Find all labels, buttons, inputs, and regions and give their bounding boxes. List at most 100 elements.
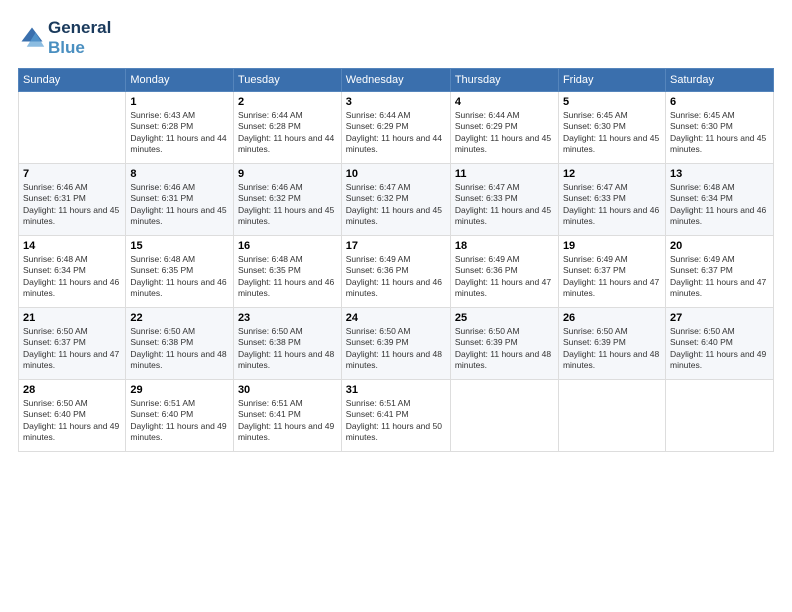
calendar-cell: 26 Sunrise: 6:50 AMSunset: 6:39 PMDayligh…	[558, 308, 665, 380]
day-number: 16	[238, 240, 337, 252]
day-number: 2	[238, 96, 337, 108]
calendar-cell: 5 Sunrise: 6:45 AMSunset: 6:30 PMDaylight…	[558, 92, 665, 164]
day-number: 14	[23, 240, 121, 252]
calendar-cell: 23 Sunrise: 6:50 AMSunset: 6:38 PMDayligh…	[233, 308, 341, 380]
day-number: 30	[238, 384, 337, 396]
day-number: 6	[670, 96, 769, 108]
calendar-cell	[19, 92, 126, 164]
day-info: Sunrise: 6:49 AMSunset: 6:37 PMDaylight:…	[563, 254, 661, 300]
day-info: Sunrise: 6:49 AMSunset: 6:36 PMDaylight:…	[346, 254, 446, 300]
calendar-week-5: 28 Sunrise: 6:50 AMSunset: 6:40 PMDayligh…	[19, 380, 774, 452]
calendar-cell: 2Sunrise: 6:44 AMSunset: 6:28 PMDaylight…	[233, 92, 341, 164]
weekday-header-row: SundayMondayTuesdayWednesdayThursdayFrid…	[19, 69, 774, 92]
calendar-cell: 15Sunrise: 6:48 AMSunset: 6:35 PMDayligh…	[126, 236, 234, 308]
day-number: 10	[346, 168, 446, 180]
calendar-cell: 8 Sunrise: 6:46 AMSunset: 6:31 PMDaylight…	[126, 164, 234, 236]
calendar-cell: 17 Sunrise: 6:49 AMSunset: 6:36 PMDayligh…	[341, 236, 450, 308]
calendar-body: 1 Sunrise: 6:43 AMSunset: 6:28 PMDaylight…	[19, 92, 774, 452]
day-number: 31	[346, 384, 446, 396]
calendar-cell: 12Sunrise: 6:47 AMSunset: 6:33 PMDayligh…	[558, 164, 665, 236]
day-info: Sunrise: 6:45 AMSunset: 6:30 PMDaylight:…	[670, 110, 769, 156]
weekday-header-tuesday: Tuesday	[233, 69, 341, 92]
day-info: Sunrise: 6:50 AMSunset: 6:37 PMDaylight:…	[23, 326, 121, 372]
day-number: 28	[23, 384, 121, 396]
day-number: 27	[670, 312, 769, 324]
calendar-table: SundayMondayTuesdayWednesdayThursdayFrid…	[18, 68, 774, 452]
day-number: 17	[346, 240, 446, 252]
weekday-header-monday: Monday	[126, 69, 234, 92]
weekday-header-friday: Friday	[558, 69, 665, 92]
day-info: Sunrise: 6:50 AMSunset: 6:39 PMDaylight:…	[563, 326, 661, 372]
calendar-header: SundayMondayTuesdayWednesdayThursdayFrid…	[19, 69, 774, 92]
weekday-header-sunday: Sunday	[19, 69, 126, 92]
day-info: Sunrise: 6:51 AMSunset: 6:41 PMDaylight:…	[346, 398, 446, 444]
day-number: 20	[670, 240, 769, 252]
calendar-cell: 29Sunrise: 6:51 AMSunset: 6:40 PMDayligh…	[126, 380, 234, 452]
weekday-header-saturday: Saturday	[665, 69, 773, 92]
calendar-cell: 22Sunrise: 6:50 AMSunset: 6:38 PMDayligh…	[126, 308, 234, 380]
calendar-week-1: 1 Sunrise: 6:43 AMSunset: 6:28 PMDaylight…	[19, 92, 774, 164]
day-info: Sunrise: 6:48 AMSunset: 6:35 PMDaylight:…	[238, 254, 337, 300]
day-number: 26	[563, 312, 661, 324]
day-info: Sunrise: 6:48 AMSunset: 6:34 PMDaylight:…	[23, 254, 121, 300]
calendar-cell: 13Sunrise: 6:48 AMSunset: 6:34 PMDayligh…	[665, 164, 773, 236]
page-header: General Blue	[18, 18, 774, 58]
calendar-cell: 7 Sunrise: 6:46 AMSunset: 6:31 PMDaylight…	[19, 164, 126, 236]
page-container: General Blue SundayMondayTuesdayWednesda…	[0, 0, 792, 462]
day-info: Sunrise: 6:47 AMSunset: 6:33 PMDaylight:…	[455, 182, 554, 228]
calendar-cell: 25 Sunrise: 6:50 AMSunset: 6:39 PMDayligh…	[450, 308, 558, 380]
day-number: 19	[563, 240, 661, 252]
calendar-week-4: 21 Sunrise: 6:50 AMSunset: 6:37 PMDayligh…	[19, 308, 774, 380]
day-info: Sunrise: 6:46 AMSunset: 6:31 PMDaylight:…	[130, 182, 229, 228]
day-number: 25	[455, 312, 554, 324]
calendar-cell	[665, 380, 773, 452]
day-number: 5	[563, 96, 661, 108]
logo: General Blue	[18, 18, 111, 58]
day-number: 11	[455, 168, 554, 180]
day-info: Sunrise: 6:43 AMSunset: 6:28 PMDaylight:…	[130, 110, 229, 156]
day-info: Sunrise: 6:50 AMSunset: 6:40 PMDaylight:…	[670, 326, 769, 372]
day-info: Sunrise: 6:51 AMSunset: 6:41 PMDaylight:…	[238, 398, 337, 444]
logo-text: General Blue	[48, 18, 111, 58]
calendar-cell: 10 Sunrise: 6:47 AMSunset: 6:32 PMDayligh…	[341, 164, 450, 236]
day-info: Sunrise: 6:50 AMSunset: 6:39 PMDaylight:…	[346, 326, 446, 372]
day-info: Sunrise: 6:50 AMSunset: 6:38 PMDaylight:…	[130, 326, 229, 372]
calendar-cell: 31 Sunrise: 6:51 AMSunset: 6:41 PMDayligh…	[341, 380, 450, 452]
day-number: 21	[23, 312, 121, 324]
weekday-header-thursday: Thursday	[450, 69, 558, 92]
day-info: Sunrise: 6:50 AMSunset: 6:38 PMDaylight:…	[238, 326, 337, 372]
day-number: 12	[563, 168, 661, 180]
day-info: Sunrise: 6:47 AMSunset: 6:32 PMDaylight:…	[346, 182, 446, 228]
day-info: Sunrise: 6:46 AMSunset: 6:31 PMDaylight:…	[23, 182, 121, 228]
day-number: 18	[455, 240, 554, 252]
weekday-header-wednesday: Wednesday	[341, 69, 450, 92]
calendar-cell: 16 Sunrise: 6:48 AMSunset: 6:35 PMDayligh…	[233, 236, 341, 308]
day-number: 23	[238, 312, 337, 324]
calendar-cell	[558, 380, 665, 452]
calendar-cell: 28 Sunrise: 6:50 AMSunset: 6:40 PMDayligh…	[19, 380, 126, 452]
calendar-cell: 24 Sunrise: 6:50 AMSunset: 6:39 PMDayligh…	[341, 308, 450, 380]
calendar-week-2: 7 Sunrise: 6:46 AMSunset: 6:31 PMDaylight…	[19, 164, 774, 236]
day-number: 4	[455, 96, 554, 108]
day-info: Sunrise: 6:45 AMSunset: 6:30 PMDaylight:…	[563, 110, 661, 156]
day-info: Sunrise: 6:50 AMSunset: 6:39 PMDaylight:…	[455, 326, 554, 372]
day-info: Sunrise: 6:50 AMSunset: 6:40 PMDaylight:…	[23, 398, 121, 444]
day-number: 1	[130, 96, 229, 108]
day-number: 29	[130, 384, 229, 396]
day-number: 13	[670, 168, 769, 180]
day-number: 7	[23, 168, 121, 180]
day-info: Sunrise: 6:49 AMSunset: 6:36 PMDaylight:…	[455, 254, 554, 300]
calendar-cell: 18 Sunrise: 6:49 AMSunset: 6:36 PMDayligh…	[450, 236, 558, 308]
calendar-cell: 21 Sunrise: 6:50 AMSunset: 6:37 PMDayligh…	[19, 308, 126, 380]
day-number: 24	[346, 312, 446, 324]
day-number: 8	[130, 168, 229, 180]
calendar-cell: 27 Sunrise: 6:50 AMSunset: 6:40 PMDayligh…	[665, 308, 773, 380]
calendar-cell: 4Sunrise: 6:44 AMSunset: 6:29 PMDaylight…	[450, 92, 558, 164]
calendar-cell: 1 Sunrise: 6:43 AMSunset: 6:28 PMDaylight…	[126, 92, 234, 164]
day-info: Sunrise: 6:44 AMSunset: 6:29 PMDaylight:…	[346, 110, 446, 156]
calendar-cell	[450, 380, 558, 452]
calendar-cell: 9Sunrise: 6:46 AMSunset: 6:32 PMDaylight…	[233, 164, 341, 236]
day-number: 15	[130, 240, 229, 252]
calendar-cell: 11 Sunrise: 6:47 AMSunset: 6:33 PMDayligh…	[450, 164, 558, 236]
day-number: 3	[346, 96, 446, 108]
